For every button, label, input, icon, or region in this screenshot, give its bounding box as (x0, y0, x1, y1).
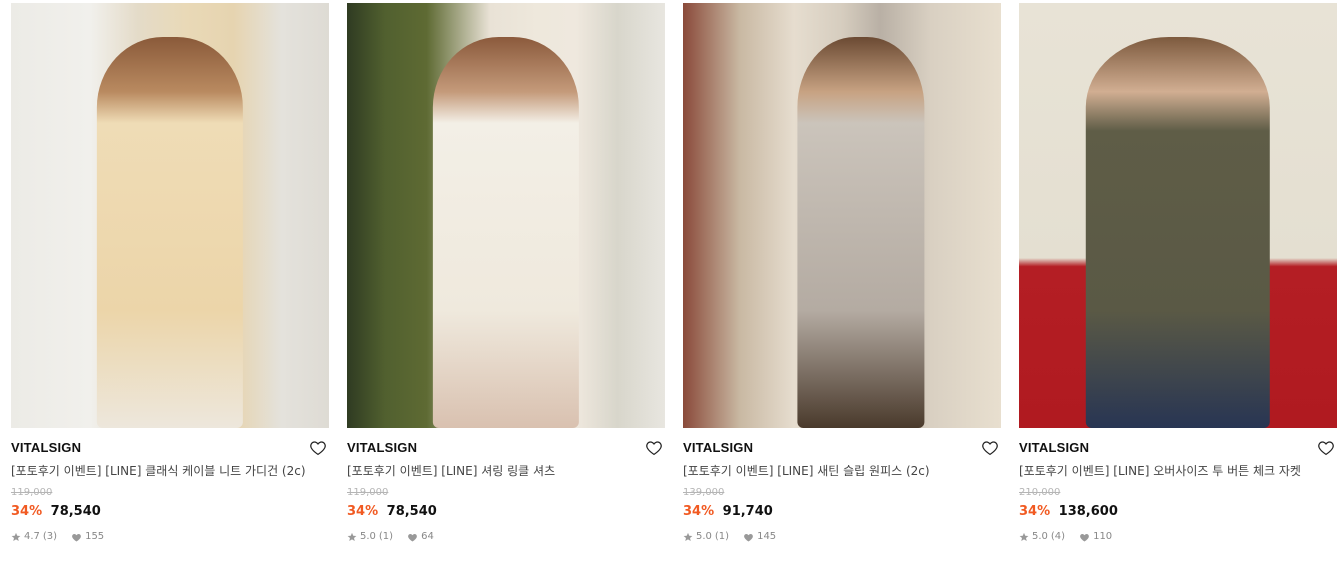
product-image[interactable] (683, 3, 1001, 428)
likes-count: 155 (85, 531, 105, 542)
product-image[interactable] (1019, 3, 1337, 428)
product-card[interactable]: VITALSIGN [포토후기 이벤트] [LINE] 셔링 링클 셔츠 119… (347, 3, 665, 543)
product-image-model (797, 37, 925, 428)
rating-value: 5.0 (1032, 531, 1048, 542)
sale-price: 91,740 (722, 504, 773, 519)
product-card[interactable]: VITALSIGN [포토후기 이벤트] [LINE] 클래식 케이블 니트 가… (11, 3, 329, 543)
product-brand[interactable]: VITALSIGN (683, 440, 1001, 456)
product-info: VITALSIGN [포토후기 이벤트] [LINE] 클래식 케이블 니트 가… (11, 428, 329, 543)
product-image-model (1085, 37, 1271, 428)
wishlist-heart-icon[interactable] (645, 439, 663, 457)
likes-count: 145 (757, 531, 777, 542)
discount-rate: 34% (347, 504, 379, 519)
price-row: 34% 91,740 (683, 504, 1001, 520)
product-grid: VITALSIGN [포토후기 이벤트] [LINE] 클래식 케이블 니트 가… (11, 3, 1337, 543)
rating-value: 5.0 (696, 531, 712, 542)
review-count: (1) (378, 531, 394, 542)
star-icon (1019, 532, 1029, 542)
star-icon (11, 532, 21, 542)
product-stats: 5.0 (4) 110 (1019, 531, 1337, 543)
likes-count: 64 (421, 531, 434, 542)
product-brand[interactable]: VITALSIGN (11, 440, 329, 456)
product-card[interactable]: VITALSIGN [포토후기 이벤트] [LINE] 오버사이즈 투 버튼 체… (1019, 3, 1337, 543)
original-price: 139,000 (683, 487, 725, 498)
product-image-model (96, 37, 244, 428)
product-brand[interactable]: VITALSIGN (1019, 440, 1337, 456)
product-name[interactable]: [포토후기 이벤트] [LINE] 오버사이즈 투 버튼 체크 자켓 (1019, 463, 1337, 479)
product-name[interactable]: [포토후기 이벤트] [LINE] 새틴 슬립 원피스 (2c) (683, 463, 1001, 479)
wishlist-heart-icon[interactable] (309, 439, 327, 457)
sale-price: 138,600 (1058, 504, 1118, 519)
product-stats: 5.0 (1) 145 (683, 531, 1001, 543)
likes-heart-icon (1080, 534, 1089, 542)
wishlist-heart-icon[interactable] (1317, 439, 1335, 457)
likes-heart-icon (72, 534, 81, 542)
price-row: 34% 138,600 (1019, 504, 1337, 520)
product-info: VITALSIGN [포토후기 이벤트] [LINE] 오버사이즈 투 버튼 체… (1019, 428, 1337, 543)
product-info: VITALSIGN [포토후기 이벤트] [LINE] 새틴 슬립 원피스 (2… (683, 428, 1001, 543)
product-stats: 4.7 (3) 155 (11, 531, 329, 543)
price-row: 34% 78,540 (347, 504, 665, 520)
rating-value: 4.7 (24, 531, 40, 542)
product-name[interactable]: [포토후기 이벤트] [LINE] 셔링 링클 셔츠 (347, 463, 665, 479)
product-name[interactable]: [포토후기 이벤트] [LINE] 클래식 케이블 니트 가디건 (2c) (11, 463, 329, 479)
star-icon (683, 532, 693, 542)
likes-count: 110 (1093, 531, 1113, 542)
product-info: VITALSIGN [포토후기 이벤트] [LINE] 셔링 링클 셔츠 119… (347, 428, 665, 543)
product-image-model (432, 37, 580, 428)
product-image[interactable] (11, 3, 329, 428)
sale-price: 78,540 (386, 504, 437, 519)
product-stats: 5.0 (1) 64 (347, 531, 665, 543)
rating-value: 5.0 (360, 531, 376, 542)
review-count: (4) (1050, 531, 1066, 542)
star-icon (347, 532, 357, 542)
likes-heart-icon (408, 534, 417, 542)
review-count: (3) (42, 531, 58, 542)
original-price: 119,000 (347, 487, 389, 498)
price-row: 34% 78,540 (11, 504, 329, 520)
discount-rate: 34% (11, 504, 43, 519)
product-image[interactable] (347, 3, 665, 428)
likes-heart-icon (744, 534, 753, 542)
discount-rate: 34% (683, 504, 715, 519)
product-card[interactable]: VITALSIGN [포토후기 이벤트] [LINE] 새틴 슬립 원피스 (2… (683, 3, 1001, 543)
product-brand[interactable]: VITALSIGN (347, 440, 665, 456)
wishlist-heart-icon[interactable] (981, 439, 999, 457)
sale-price: 78,540 (50, 504, 101, 519)
review-count: (1) (714, 531, 730, 542)
original-price: 119,000 (11, 487, 53, 498)
discount-rate: 34% (1019, 504, 1051, 519)
original-price: 210,000 (1019, 487, 1061, 498)
